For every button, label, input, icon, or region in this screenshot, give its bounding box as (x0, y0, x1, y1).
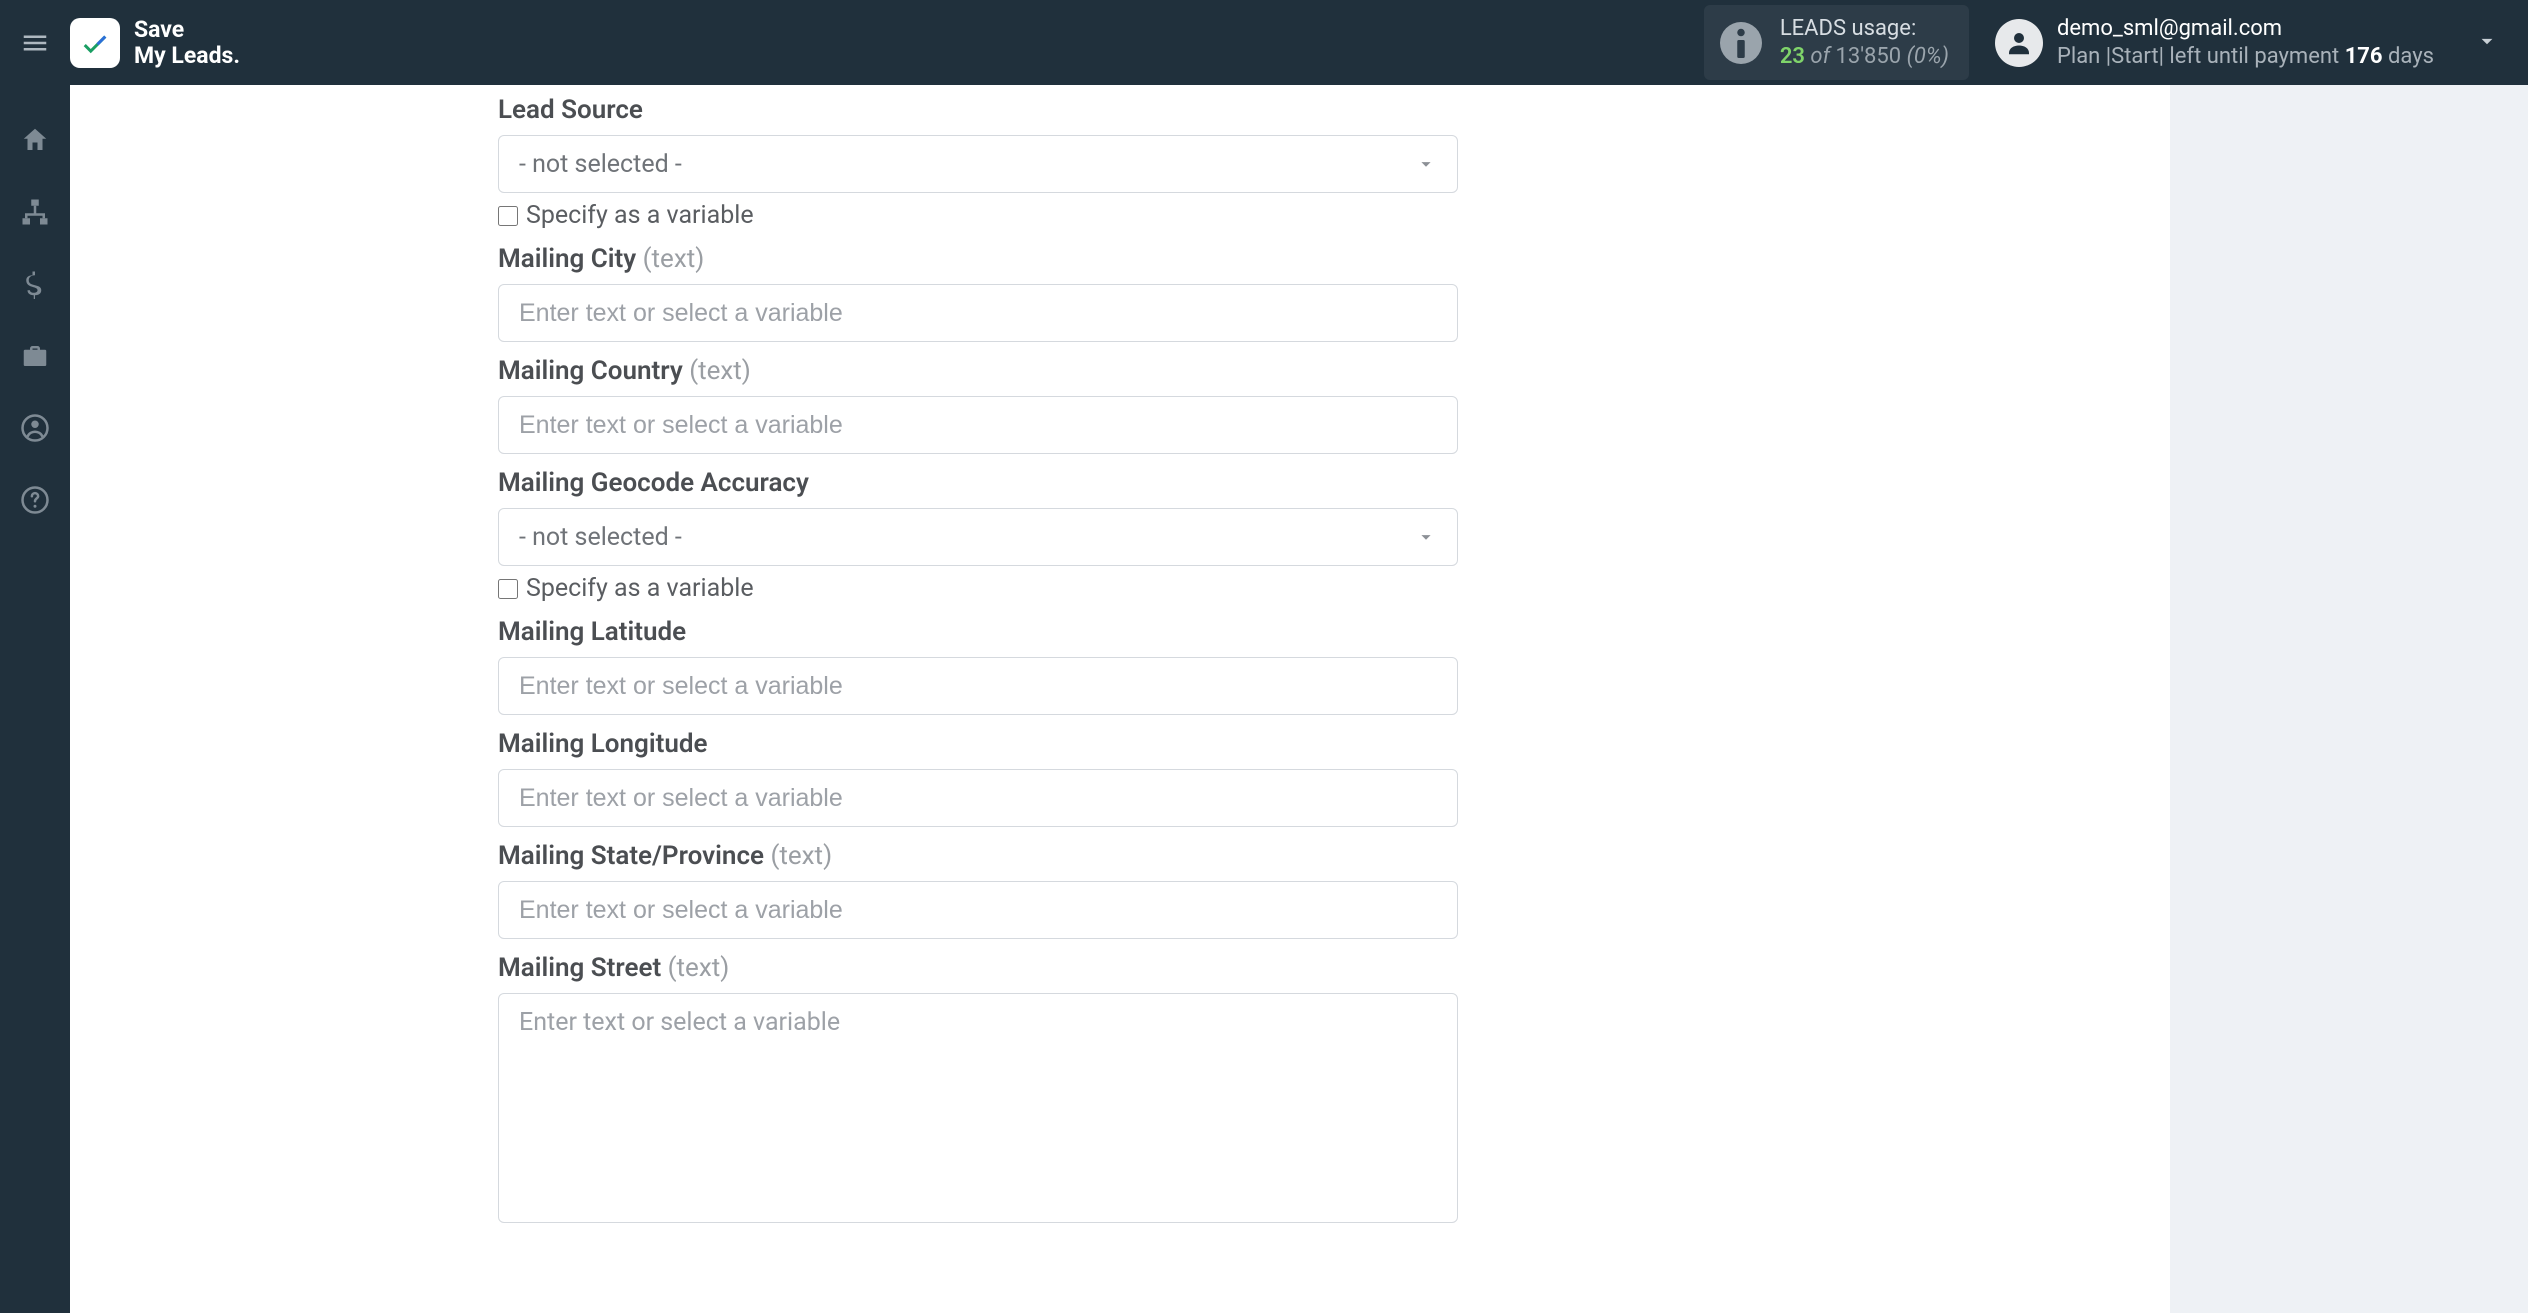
page: Lead Source - not selected - Specify as … (70, 85, 2528, 1313)
input-mailing-state[interactable] (519, 896, 1437, 925)
user-icon (2004, 28, 2034, 58)
top-bar: Save My Leads. LEADS usage: 23 of 13'850… (0, 0, 2528, 85)
logo[interactable]: Save My Leads. (70, 17, 240, 68)
menu-button[interactable] (0, 0, 70, 85)
sidebar-item-briefcase[interactable] (16, 337, 54, 375)
avatar (1995, 19, 2043, 67)
select-mailing-geocode-accuracy[interactable]: - not selected - (498, 508, 1458, 566)
textarea-mailing-street-wrap (498, 993, 1458, 1223)
leads-used: 23 (1780, 44, 1805, 69)
field-mailing-state: Mailing State/Province (text) (498, 841, 2170, 939)
field-mailing-city: Mailing City (text) (498, 244, 2170, 342)
sitemap-icon (20, 197, 50, 227)
label-mailing-street: Mailing Street (text) (498, 953, 2170, 983)
chevron-down-icon (2474, 28, 2500, 54)
user-circle-icon (20, 413, 50, 443)
logo-badge (70, 18, 120, 68)
label-mailing-country: Mailing Country (text) (498, 356, 2170, 386)
select-lead-source[interactable]: - not selected - (498, 135, 1458, 193)
checkbox-mailing-geocode-accuracy-variable[interactable]: Specify as a variable (498, 574, 2170, 603)
sidebar-item-billing[interactable] (16, 265, 54, 303)
form-card: Lead Source - not selected - Specify as … (70, 85, 2170, 1313)
sidebar-item-home[interactable] (16, 121, 54, 159)
field-mailing-longitude: Mailing Longitude (498, 729, 2170, 827)
field-mailing-geocode-accuracy: Mailing Geocode Accuracy - not selected … (498, 468, 2170, 603)
input-mailing-country-wrap (498, 396, 1458, 454)
checkmark-icon (78, 26, 112, 60)
sidebar-item-help[interactable] (16, 481, 54, 519)
checkbox-lead-source-variable[interactable]: Specify as a variable (498, 201, 2170, 230)
input-mailing-state-wrap (498, 881, 1458, 939)
input-mailing-longitude[interactable] (519, 784, 1437, 813)
input-mailing-latitude-wrap (498, 657, 1458, 715)
input-mailing-city[interactable] (519, 299, 1437, 328)
home-icon (20, 125, 50, 155)
field-mailing-latitude: Mailing Latitude (498, 617, 2170, 715)
input-mailing-latitude[interactable] (519, 672, 1437, 701)
leads-usage-text: LEADS usage: 23 of 13'850 (0%) (1780, 15, 1949, 70)
sidebar (0, 85, 70, 1313)
info-icon (1720, 22, 1762, 64)
form-area: Lead Source - not selected - Specify as … (70, 85, 2170, 1297)
label-mailing-geocode-accuracy: Mailing Geocode Accuracy (498, 468, 2170, 498)
logo-text: Save My Leads. (134, 17, 240, 68)
label-lead-source: Lead Source (498, 95, 2170, 125)
select-lead-source-value: - not selected - (519, 150, 682, 179)
label-mailing-city: Mailing City (text) (498, 244, 2170, 274)
label-mailing-latitude: Mailing Latitude (498, 617, 2170, 647)
input-mailing-longitude-wrap (498, 769, 1458, 827)
sidebar-item-integrations[interactable] (16, 193, 54, 231)
briefcase-icon (20, 341, 50, 371)
chevron-down-icon (1415, 153, 1437, 175)
field-lead-source: Lead Source - not selected - Specify as … (498, 95, 2170, 230)
input-mailing-city-wrap (498, 284, 1458, 342)
user-email: demo_sml@gmail.com (2057, 15, 2434, 43)
input-mailing-country[interactable] (519, 411, 1437, 440)
dollar-icon (20, 269, 50, 299)
hamburger-icon (20, 28, 50, 58)
user-menu[interactable]: demo_sml@gmail.com Plan |Start| left unt… (1995, 15, 2434, 70)
select-mailing-geocode-accuracy-value: - not selected - (519, 523, 682, 552)
label-mailing-state: Mailing State/Province (text) (498, 841, 2170, 871)
sidebar-item-account[interactable] (16, 409, 54, 447)
leads-pct: (0%) (1907, 44, 1949, 69)
field-mailing-street: Mailing Street (text) (498, 953, 2170, 1223)
label-mailing-longitude: Mailing Longitude (498, 729, 2170, 759)
leads-usage-box[interactable]: LEADS usage: 23 of 13'850 (0%) (1704, 5, 1969, 80)
chevron-down-icon (1415, 526, 1437, 548)
help-icon (20, 485, 50, 515)
user-plan: Plan |Start| left until payment 176 days (2057, 43, 2434, 71)
checkbox-mailing-geocode-accuracy-variable-input[interactable] (498, 579, 518, 599)
header-expand-button[interactable] (2434, 28, 2500, 58)
user-text: demo_sml@gmail.com Plan |Start| left unt… (2057, 15, 2434, 70)
textarea-mailing-street[interactable] (519, 1008, 1437, 1222)
checkbox-lead-source-variable-input[interactable] (498, 206, 518, 226)
leads-total: 13'850 (1835, 44, 1901, 69)
field-mailing-country: Mailing Country (text) (498, 356, 2170, 454)
